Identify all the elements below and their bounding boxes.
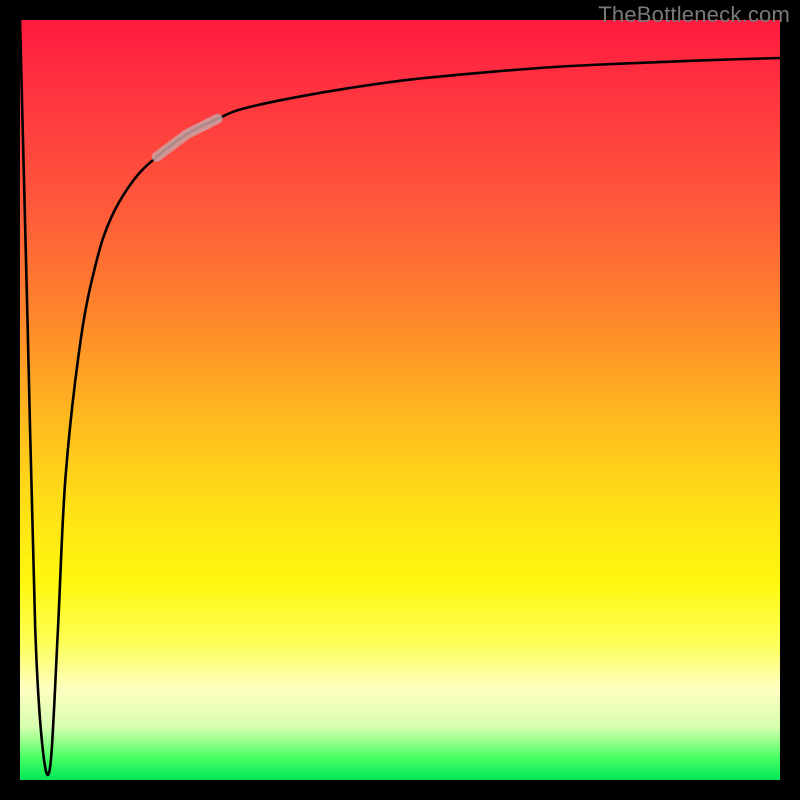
chart-frame: TheBottleneck.com xyxy=(0,0,800,800)
plot-area xyxy=(20,20,780,780)
attribution-text: TheBottleneck.com xyxy=(598,2,790,28)
bottleneck-curve xyxy=(20,20,780,780)
